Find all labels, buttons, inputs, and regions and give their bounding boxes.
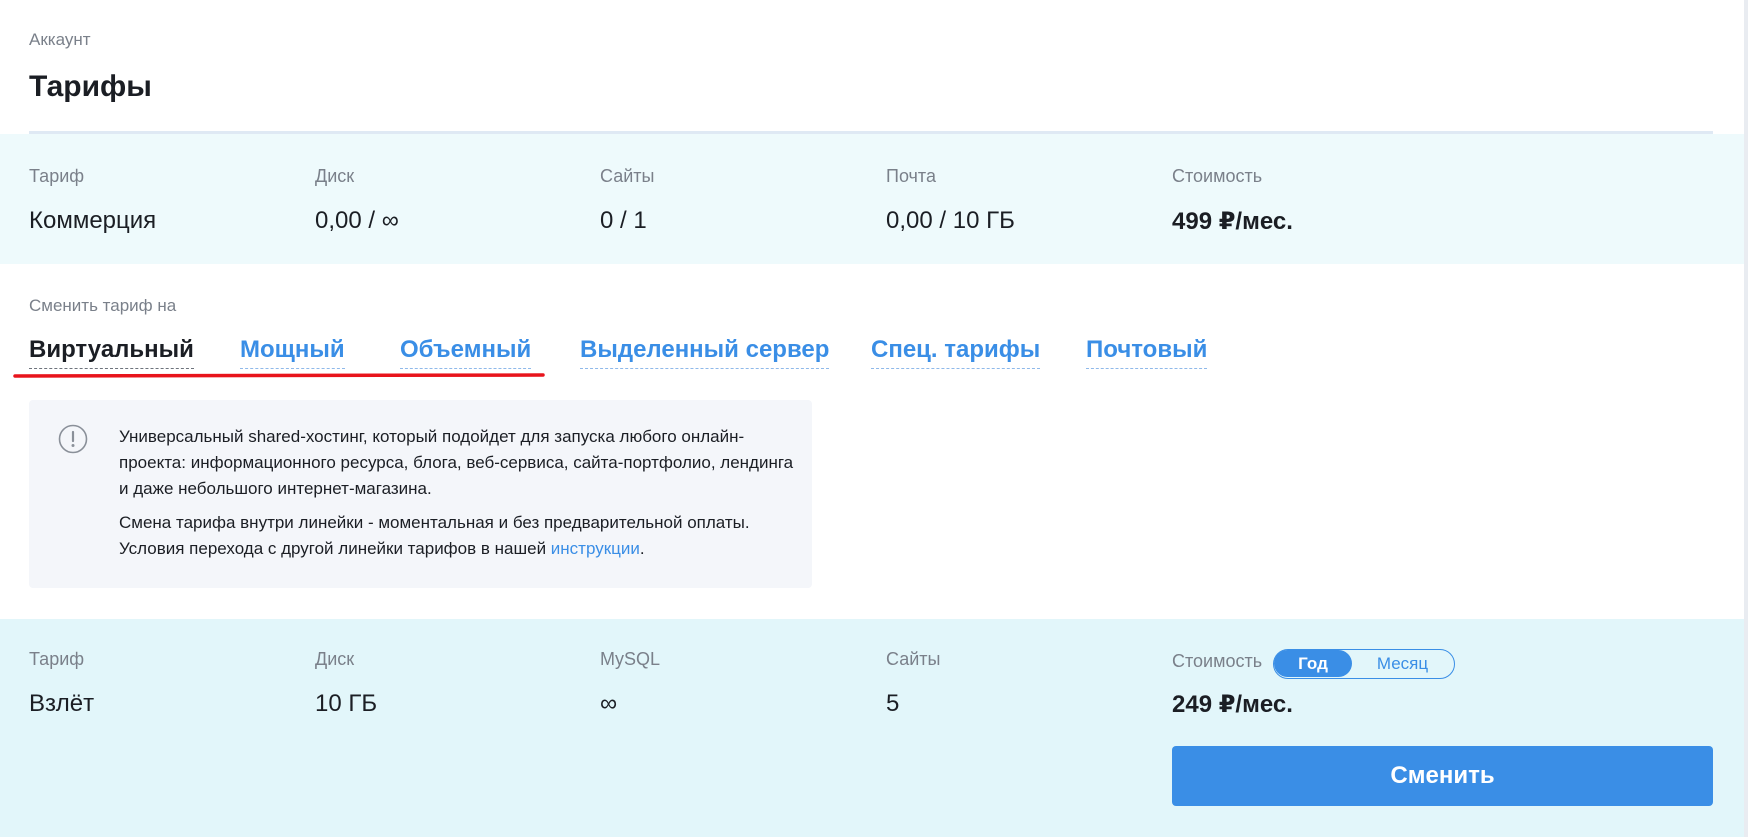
current-mail-column: Почта 0,00 / 10 ГБ — [886, 166, 1015, 235]
conditions-paragraph: Смена тарифа внутри линейки - моментальн… — [119, 510, 799, 562]
plan-mysql-value: ∞ — [600, 690, 618, 717]
tariff-description-text: Универсальный shared-хостинг, который по… — [119, 424, 799, 570]
current-tariff-column: Тариф Коммерция — [29, 166, 156, 235]
current-cost-label: Стоимость — [1172, 166, 1263, 186]
plan-disk-label: Диск — [315, 649, 355, 669]
plan-disk-column: Диск 10 ГБ — [315, 649, 377, 718]
description-paragraph: Универсальный shared-хостинг, который по… — [119, 427, 794, 498]
tab-powerful[interactable]: Мощный — [240, 336, 345, 369]
plan-tariff-value: Взлёт — [29, 690, 95, 717]
tab-dedicated-server[interactable]: Выделенный сервер — [580, 336, 830, 369]
period-year-option[interactable]: Год — [1274, 650, 1352, 677]
tab-volume[interactable]: Объемный — [400, 336, 532, 369]
instructions-link[interactable]: инструкции — [551, 539, 640, 558]
plan-mysql-column: MySQL ∞ — [600, 649, 660, 718]
plan-mysql-label: MySQL — [600, 649, 661, 669]
breadcrumb[interactable]: Аккаунт — [29, 30, 91, 50]
plan-card: Тариф Взлёт Диск 10 ГБ MySQL ∞ Сайты 5 С… — [0, 619, 1744, 837]
current-tariff-label: Тариф — [29, 166, 85, 186]
page-title: Тарифы — [29, 70, 152, 103]
current-disk-value: 0,00 / ∞ — [315, 207, 399, 234]
current-sites-value: 0 / 1 — [600, 207, 647, 234]
plan-sites-value: 5 — [886, 690, 900, 717]
tariffs-page: Аккаунт Тарифы Тариф Коммерция Диск 0,00… — [0, 0, 1748, 837]
tab-mail[interactable]: Почтовый — [1086, 336, 1208, 369]
exclamation-circle-icon — [58, 424, 88, 454]
current-disk-column: Диск 0,00 / ∞ — [315, 166, 399, 235]
current-mail-value: 0,00 / 10 ГБ — [886, 207, 1015, 234]
current-disk-label: Диск — [315, 166, 355, 186]
period-month-option[interactable]: Месяц — [1352, 650, 1453, 677]
current-tariff-panel: Тариф Коммерция Диск 0,00 / ∞ Сайты 0 / … — [0, 134, 1744, 264]
plan-cost-value: 249 ₽/мес. — [1172, 691, 1293, 718]
current-cost-value: 499 ₽/мес. — [1172, 208, 1293, 235]
current-sites-label: Сайты — [600, 166, 655, 186]
change-tariff-button[interactable]: Сменить — [1172, 746, 1713, 806]
current-tariff-value: Коммерция — [29, 207, 157, 234]
red-annotation-underline — [13, 373, 545, 379]
conditions-line-1: Смена тарифа внутри линейки - моментальн… — [119, 513, 750, 532]
plan-disk-value: 10 ГБ — [315, 690, 378, 717]
plan-tariff-label: Тариф — [29, 649, 85, 669]
tab-virtual[interactable]: Виртуальный — [29, 336, 194, 369]
billing-period-toggle: Год Месяц — [1273, 649, 1455, 679]
plan-sites-column: Сайты 5 — [886, 649, 940, 718]
current-sites-column: Сайты 0 / 1 — [600, 166, 654, 235]
current-cost-column: Стоимость 499 ₽/мес. — [1172, 166, 1293, 236]
scrollbar-track[interactable] — [1744, 0, 1748, 837]
plan-sites-label: Сайты — [886, 649, 941, 669]
conditions-end: . — [639, 539, 645, 558]
tab-special-tariffs[interactable]: Спец. тарифы — [871, 336, 1041, 369]
current-mail-label: Почта — [886, 166, 936, 186]
plan-tariff-column: Тариф Взлёт — [29, 649, 94, 718]
change-tariff-label: Сменить тариф на — [29, 296, 177, 315]
conditions-line-2: Условия перехода с другой линейки тарифо… — [119, 539, 551, 558]
tariff-description-box: Универсальный shared-хостинг, который по… — [29, 400, 812, 588]
